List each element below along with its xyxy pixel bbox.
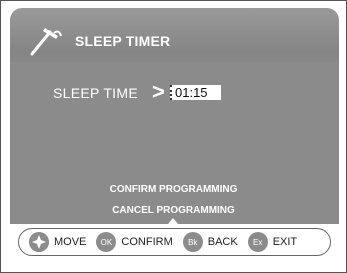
ex-badge-icon: Ex bbox=[247, 232, 268, 252]
bk-badge-icon: Bk bbox=[182, 232, 203, 252]
exit-hint[interactable]: Ex EXIT bbox=[247, 232, 298, 252]
hammer-icon bbox=[30, 28, 62, 56]
ok-badge-icon: OK bbox=[96, 232, 117, 252]
confirm-programming-button[interactable]: CONFIRM PROGRAMMING bbox=[0, 184, 347, 195]
sleep-time-label: SLEEP TIME bbox=[53, 85, 138, 101]
pointer-notch bbox=[168, 218, 178, 224]
selection-arrow: > bbox=[152, 79, 165, 104]
back-hint[interactable]: Bk BACK bbox=[182, 232, 238, 252]
move-hint[interactable]: MOVE bbox=[29, 232, 86, 252]
confirm-label: CONFIRM bbox=[121, 236, 173, 248]
ok-hint[interactable]: OK CONFIRM bbox=[96, 232, 173, 252]
cancel-programming-button[interactable]: CANCEL PROGRAMMING bbox=[0, 205, 347, 216]
page-title: SLEEP TIMER bbox=[75, 33, 171, 49]
move-dpad-icon bbox=[29, 232, 49, 252]
footer-bar: MOVE OK CONFIRM Bk BACK Ex EXIT bbox=[18, 228, 331, 256]
exit-label: EXIT bbox=[272, 236, 298, 248]
move-label: MOVE bbox=[54, 236, 87, 248]
back-label: BACK bbox=[207, 236, 238, 248]
sleep-time-field[interactable]: 01:15 bbox=[170, 85, 221, 100]
